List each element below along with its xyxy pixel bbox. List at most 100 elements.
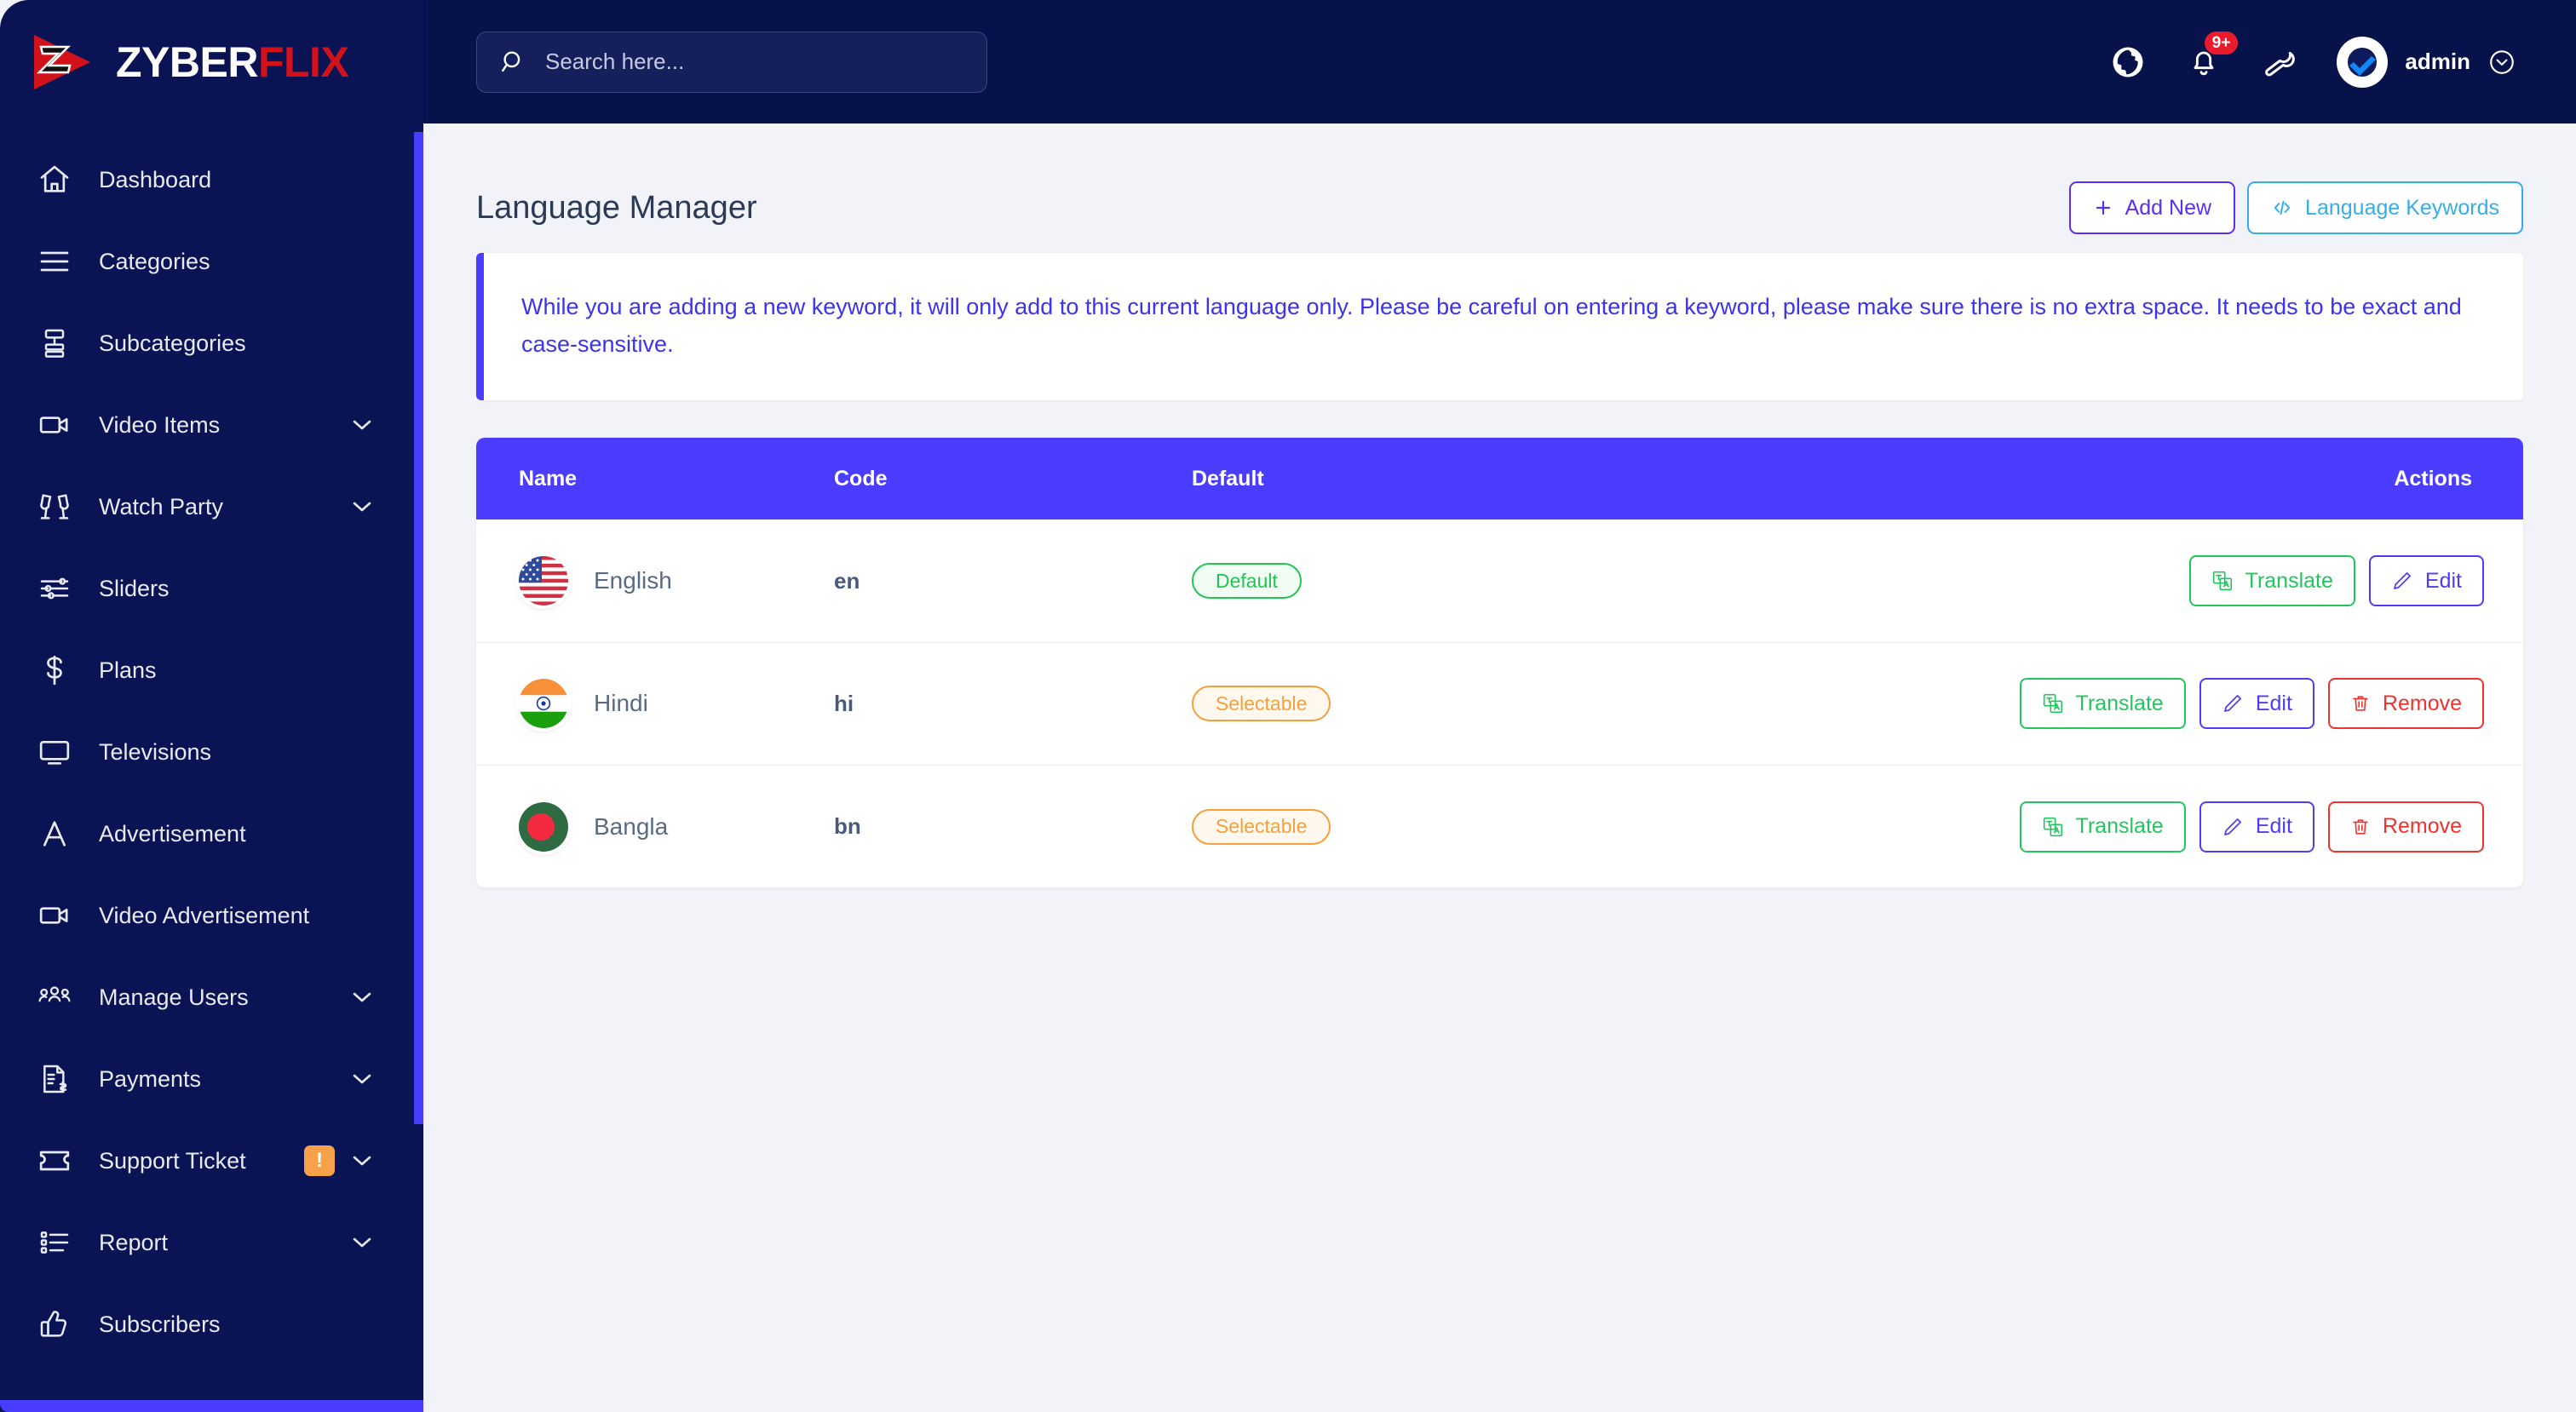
avatar [2337, 36, 2389, 88]
chevron-down-icon [353, 1074, 371, 1084]
globe-icon[interactable] [2110, 44, 2146, 80]
language-name-cell: Bangla [519, 801, 834, 852]
wrench-icon[interactable] [2262, 45, 2296, 79]
language-name: Hindi [594, 690, 648, 717]
sidebar-item-subscribers[interactable]: Subscribers [0, 1283, 423, 1365]
sidebar-item-label: Categories [99, 248, 210, 274]
translate-button[interactable]: Translate [2019, 801, 2186, 852]
translate-icon [2042, 816, 2064, 838]
edit-label: Edit [2424, 568, 2462, 593]
page-header: Language Manager Add New Language Keywor… [476, 123, 2523, 234]
cell-default: Default [1192, 519, 1927, 642]
sidebar-item-watch-party[interactable]: Watch Party [0, 466, 423, 548]
user-menu[interactable]: admin [2337, 36, 2516, 88]
cell-name: Bangla [476, 765, 834, 887]
admin-dashboard-page: ZYBERFLIX Dashboard Categories Subcatego… [0, 0, 2576, 1412]
user-name: admin [2405, 49, 2470, 74]
top-bar-actions: 9+ admin [2110, 31, 2516, 88]
top-bar: Search here... 9+ admin [423, 0, 2576, 123]
sidebar-scrollbar-thumb[interactable] [414, 132, 423, 1124]
cell-code: en [834, 519, 1192, 642]
page-title: Language Manager [476, 189, 757, 226]
invoice-dollar-icon [37, 1062, 77, 1096]
remove-button[interactable]: Remove [2327, 678, 2484, 730]
search-input[interactable]: Search here... [476, 31, 987, 93]
sidebar-item-expander[interactable] [352, 501, 372, 513]
brand-name-part2: FLIX [257, 37, 349, 86]
column-header-name: Name [476, 438, 834, 520]
table-header-row: Name Code Default Actions [476, 438, 2523, 520]
remove-button[interactable]: Remove [2327, 801, 2484, 852]
sidebar-item-payments[interactable]: Payments [0, 1038, 423, 1120]
sidebar-item-label: Manage Users [99, 984, 249, 1010]
sidebar-item-manage-users[interactable]: Manage Users [0, 956, 423, 1038]
sidebar-item-label: Support Ticket [99, 1147, 246, 1174]
sidebar-item-support-ticket[interactable]: Support Ticket ! [0, 1120, 423, 1202]
sidebar-item-expander[interactable] [352, 1237, 372, 1248]
sidebar-item-label: Subcategories [99, 330, 246, 356]
bell-icon[interactable]: 9+ [2187, 31, 2239, 79]
status-badge: Default [1192, 563, 1302, 600]
translate-label: Translate [2075, 814, 2164, 839]
language-table: Name Code Default Actions English en Def… [476, 438, 2523, 887]
table-row: Hindi hi Selectable Translate Edit Remov… [476, 642, 2523, 766]
trash-icon [2350, 817, 2371, 837]
table-row: Bangla bn Selectable Translate Edit Remo… [476, 765, 2523, 887]
translate-button[interactable]: Translate [2188, 555, 2355, 607]
cell-default: Selectable [1192, 642, 1927, 765]
sidebar-bottom-bar [0, 1400, 423, 1412]
language-keywords-label: Language Keywords [2305, 195, 2499, 220]
add-new-button[interactable]: Add New [2068, 181, 2236, 234]
language-code: bn [834, 813, 861, 840]
sidebar-item-categories[interactable]: Categories [0, 221, 423, 302]
remove-label: Remove [2382, 691, 2462, 715]
edit-button[interactable]: Edit [2199, 678, 2314, 730]
translate-button[interactable]: Translate [2019, 678, 2186, 730]
sidebar-item-expander[interactable] [352, 1073, 372, 1085]
language-keywords-button[interactable]: Language Keywords [2247, 181, 2523, 234]
cell-actions: Translate Edit [1927, 519, 2523, 642]
list-lines-icon [37, 244, 77, 278]
main-column: Search here... 9+ admin Language Manager… [423, 0, 2576, 1412]
translate-icon [2211, 570, 2234, 592]
plus-icon [2093, 198, 2113, 218]
sidebar-item-plans[interactable]: Plans [0, 629, 423, 711]
sidebar-item-subcategories[interactable]: Subcategories [0, 302, 423, 384]
sidebar-item-label: Advertisement [99, 820, 246, 847]
translate-label: Translate [2075, 691, 2164, 715]
edit-button[interactable]: Edit [2199, 801, 2314, 852]
chevron-down-circle-icon[interactable] [2487, 48, 2516, 77]
language-code: en [834, 567, 860, 594]
sidebar-item-televisions[interactable]: Televisions [0, 711, 423, 793]
sidebar-item-report[interactable]: Report [0, 1202, 423, 1283]
row-actions: Translate Edit [1927, 555, 2523, 607]
row-actions: Translate Edit [1927, 801, 2523, 852]
sidebar-item-advertisement[interactable]: Advertisement [0, 793, 423, 875]
subcategory-icon [37, 326, 77, 360]
content-area: Language Manager Add New Language Keywor… [423, 123, 2576, 1412]
sidebar-item-sliders[interactable]: Sliders [0, 548, 423, 629]
edit-button[interactable]: Edit [2368, 555, 2484, 607]
sidebar-item-expander[interactable] [352, 419, 372, 431]
sidebar-item-video-advertisement[interactable]: Video Advertisement [0, 875, 423, 956]
cheers-glasses-icon [37, 490, 77, 524]
column-header-code: Code [834, 438, 1192, 520]
cell-actions: Translate Edit [1927, 765, 2523, 887]
sidebar-scrollbar-track[interactable] [414, 0, 423, 1412]
language-name: Bangla [594, 812, 669, 840]
sidebar-item-expander[interactable] [352, 991, 372, 1003]
chevron-down-icon [353, 1237, 371, 1248]
row-actions: Translate Edit [1927, 678, 2523, 730]
sidebar-nav: Dashboard Categories Subcategories Video… [0, 123, 423, 1365]
thumbs-up-icon [37, 1307, 77, 1341]
pencil-icon [2391, 570, 2413, 592]
column-header-actions: Actions [1927, 438, 2523, 520]
cell-name: English [476, 519, 834, 642]
play-triangle-z-icon [19, 21, 101, 103]
sidebar-item-dashboard[interactable]: Dashboard [0, 139, 423, 221]
table-body: English en Default Translate Edit Hindi … [476, 519, 2523, 887]
sidebar-item-label: Watch Party [99, 493, 224, 519]
brand-logo[interactable]: ZYBERFLIX [0, 0, 423, 123]
status-badge: Selectable [1192, 808, 1331, 845]
sidebar-item-video-items[interactable]: Video Items [0, 384, 423, 466]
